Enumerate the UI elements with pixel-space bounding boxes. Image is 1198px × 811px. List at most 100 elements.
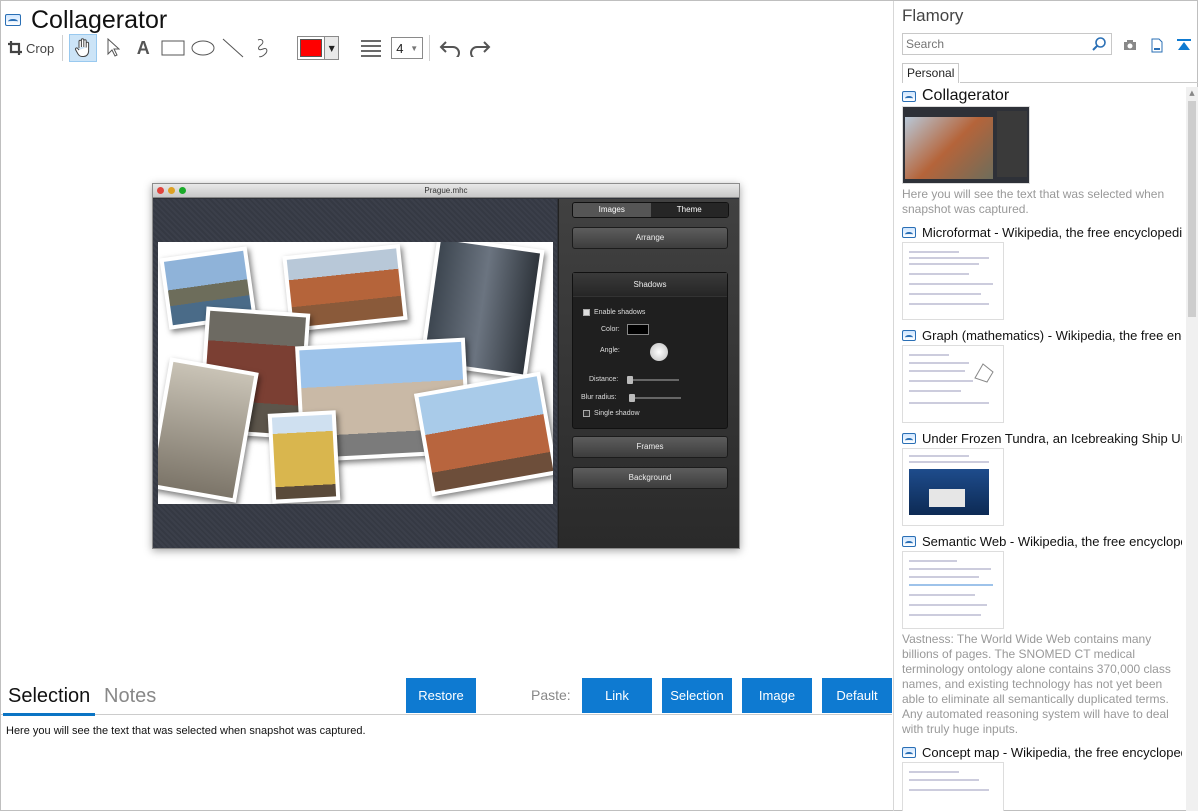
text-tool-button[interactable]: A <box>129 34 157 62</box>
list-item-thumbnail <box>902 106 1030 184</box>
list-item-description: Vastness: The World Wide Web contains ma… <box>902 632 1171 736</box>
distance-slider <box>627 376 679 384</box>
sidebar-title: Flamory <box>902 6 964 25</box>
list-item-header: Under Frozen Tundra, an Icebreaking Ship… <box>902 429 1182 447</box>
list-item[interactable]: Semantic Web - Wikipedia, the free encyc… <box>902 532 1182 737</box>
paste-link-button[interactable]: Link <box>582 678 652 713</box>
line-icon <box>222 38 244 58</box>
collage-photo <box>413 371 553 497</box>
hand-icon <box>75 38 90 57</box>
enable-shadows-label: Enable shadows <box>594 309 646 316</box>
restore-button[interactable]: Restore <box>406 678 476 713</box>
chevron-down-icon: ▼ <box>410 43 419 53</box>
document-icon[interactable] <box>1149 37 1165 53</box>
app-window: Collagerator Crop A ▼ 4 ▼ Prague.mhc Ima… <box>0 0 1198 811</box>
flamory-app-icon <box>902 90 916 102</box>
collage-image <box>158 242 553 504</box>
freehand-icon <box>257 39 268 58</box>
tab-personal[interactable]: Personal <box>902 63 960 83</box>
list-item-title: Graph (mathematics) - Wikipedia, the fre… <box>922 327 1182 343</box>
paste-label: Paste: <box>531 687 571 703</box>
list-item-header: Semantic Web - Wikipedia, the free encyc… <box>902 532 1182 550</box>
redo-icon <box>470 41 491 57</box>
chevron-down-icon: ▼ <box>324 37 339 59</box>
scrollbar-thumb[interactable] <box>1188 101 1196 317</box>
flamory-app-icon <box>902 226 916 238</box>
crop-button[interactable]: Crop <box>7 34 54 62</box>
collapse-top-icon[interactable] <box>1176 37 1192 53</box>
line-width-icon <box>361 40 382 57</box>
title-bar: Collagerator <box>5 5 167 35</box>
angle-label: Angle: <box>600 347 620 354</box>
list-item-thumbnail <box>902 551 1004 629</box>
collage-photo <box>158 357 259 503</box>
snapshot-list: Collagerator Here you will see the text … <box>902 87 1182 811</box>
freehand-tool-button[interactable] <box>249 34 277 62</box>
app-title: Collagerator <box>31 5 168 34</box>
snapshot-editor: Collagerator Crop A ▼ 4 ▼ Prague.mhc Ima… <box>1 1 894 811</box>
list-item-title: Microformat - Wikipedia, the free encycl… <box>922 224 1182 240</box>
line-width-value: 4 <box>396 40 404 56</box>
tab-selection[interactable]: Selection <box>3 685 96 716</box>
list-item[interactable]: Concept map - Wikipedia, the free encycl… <box>902 743 1182 811</box>
list-item-header: Collagerator <box>902 87 1182 105</box>
toolbar: Crop A ▼ 4 ▼ <box>7 34 496 62</box>
search-input[interactable] <box>906 37 1086 51</box>
paste-default-button[interactable]: Default <box>822 678 892 713</box>
list-item-thumbnail <box>902 448 1004 526</box>
list-scrollbar[interactable]: ▲ <box>1186 87 1198 811</box>
collage-canvas <box>153 199 557 548</box>
list-item[interactable]: Under Frozen Tundra, an Icebreaking Ship… <box>902 429 1182 526</box>
single-shadow-label: Single shadow <box>594 410 640 417</box>
toolbar-divider <box>429 35 431 61</box>
undo-icon <box>439 41 461 57</box>
color-label: Color: <box>601 326 620 333</box>
flamory-app-icon <box>902 746 916 758</box>
line-width-select[interactable]: 4 ▼ <box>391 37 424 59</box>
undo-button[interactable] <box>436 34 464 62</box>
distance-label: Distance: <box>589 376 619 383</box>
shadow-color-swatch <box>627 324 649 335</box>
images-theme-segment: Images Theme <box>572 202 729 218</box>
blur-radius-slider <box>629 394 681 402</box>
redo-button[interactable] <box>466 34 494 62</box>
color-picker[interactable]: ▼ <box>297 36 340 60</box>
search-box <box>902 33 1112 55</box>
flamory-app-icon <box>5 14 21 26</box>
collage-photo <box>267 410 341 504</box>
line-tool-button[interactable] <box>219 34 247 62</box>
list-item-thumbnail <box>902 762 1004 811</box>
collage-settings-panel: Images Theme Arrange Shadows Enable shad… <box>558 199 739 548</box>
snapshot-image: Prague.mhc Images Theme Arrange Shadows … <box>152 183 740 549</box>
arrange-panel-button: Arrange <box>572 227 728 249</box>
list-item-header: Concept map - Wikipedia, the free encycl… <box>902 743 1182 761</box>
mac-window-title: Prague.mhc <box>424 186 468 195</box>
search-icon[interactable] <box>1091 36 1107 52</box>
shadows-section: Shadows Enable shadows Color: Angle: Dis… <box>572 272 728 429</box>
shadows-header: Shadows <box>573 273 727 297</box>
list-item[interactable]: Collagerator Here you will see the text … <box>902 87 1182 217</box>
rectangle-tool-button[interactable] <box>159 34 187 62</box>
blur-radius-label: Blur radius: <box>581 394 617 401</box>
camera-icon[interactable] <box>1122 37 1138 53</box>
hand-tool-button[interactable] <box>69 34 98 62</box>
select-tool-button[interactable] <box>99 34 127 62</box>
line-width-button[interactable] <box>357 34 385 62</box>
chevron-up-icon[interactable]: ▲ <box>1186 87 1198 99</box>
frames-panel-button: Frames <box>572 436 728 458</box>
paste-image-button[interactable]: Image <box>742 678 812 713</box>
paste-selection-button[interactable]: Selection <box>662 678 732 713</box>
cursor-arrow-icon <box>107 38 121 57</box>
ellipse-tool-button[interactable] <box>189 34 217 62</box>
list-item[interactable]: Microformat - Wikipedia, the free encycl… <box>902 223 1182 320</box>
background-panel-button: Background <box>572 467 728 489</box>
tab-baseline <box>960 82 1198 83</box>
mac-titlebar: Prague.mhc <box>153 184 739 198</box>
flamory-app-icon <box>902 432 916 444</box>
selection-text[interactable]: Here you will see the text that was sele… <box>6 725 366 737</box>
crop-icon <box>8 41 22 55</box>
list-item[interactable]: Graph (mathematics) - Wikipedia, the fre… <box>902 326 1182 423</box>
tab-images: Images <box>573 203 651 217</box>
ellipse-icon <box>191 40 215 56</box>
tab-notes[interactable]: Notes <box>99 685 161 713</box>
